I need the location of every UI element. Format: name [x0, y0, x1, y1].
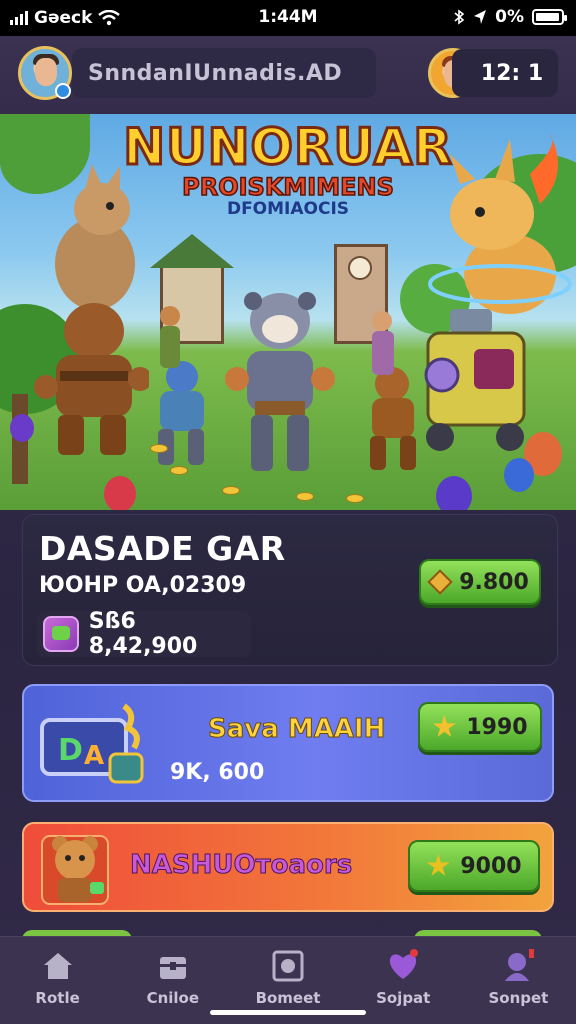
app-root: Gəeck 1:44M 0% SnndanIUnnadis.AD 12: 1 N…	[0, 0, 576, 1024]
scout-character	[160, 306, 180, 368]
star-icon	[426, 854, 450, 876]
gem-balance-value: Sß6 8,42,900	[88, 609, 198, 659]
gold-coin-icon	[170, 466, 188, 475]
pack-subtitle: ЮOHP OA,02309	[39, 573, 247, 598]
robot-vehicle	[424, 309, 526, 451]
chest-icon	[159, 957, 186, 979]
blue-fighter-character	[158, 361, 204, 465]
nav-item-home[interactable]: Rotle	[0, 937, 115, 1024]
battery-icon	[532, 9, 567, 25]
offer-1-title: Sava MAAIH	[207, 714, 386, 745]
offer-2-price: 9000	[460, 853, 522, 879]
featured-buy-button[interactable]: 9.800	[419, 559, 541, 605]
offer-1-price: 1990	[466, 714, 528, 740]
pack-title: DASADE GAR	[39, 529, 286, 568]
featured-price: 9.800	[459, 569, 529, 595]
offer-1-amount: 9K, 600	[170, 760, 265, 785]
bluetooth-icon	[454, 9, 465, 25]
nav-label-chest: Cniloe	[146, 989, 200, 1007]
profile-icon	[505, 949, 535, 981]
nav-label-profile: Sonpet	[488, 989, 549, 1007]
nav-label-home: Rotle	[35, 989, 80, 1007]
balloon-decoration	[10, 414, 34, 442]
status-bar: Gəeck 1:44M 0%	[0, 0, 576, 36]
balloon-decoration	[104, 476, 136, 510]
gold-coin-icon	[150, 444, 168, 453]
bear-warrior-character	[34, 303, 149, 455]
villager-character	[372, 311, 394, 375]
bear-mascot-icon	[41, 835, 109, 905]
box-icon	[272, 950, 304, 982]
svg-text:D: D	[58, 733, 83, 768]
balloon-decoration	[504, 458, 534, 492]
offer-2-title: NASHUOтoaors	[129, 850, 353, 881]
game-box-icon: D A	[40, 703, 144, 784]
svg-text:A: A	[84, 741, 104, 771]
user-avatar[interactable]	[18, 46, 72, 100]
beast-character-left	[55, 164, 135, 310]
gem-balance: Sß6 8,42,900	[37, 609, 251, 659]
robot-hero-character	[225, 292, 335, 471]
diamond-icon	[427, 569, 453, 595]
nav-label-heart: Sojpat	[376, 989, 431, 1007]
location-icon	[474, 10, 487, 24]
nav-label-box: Bomeet	[255, 989, 321, 1007]
gold-coin-icon	[346, 494, 364, 503]
gold-coin-icon	[296, 492, 314, 501]
star-icon	[432, 715, 456, 737]
currency-balance[interactable]: 12: 1	[452, 49, 558, 97]
verified-badge-icon	[55, 83, 71, 99]
offer-card-blue[interactable]: D A Sava MAAIH 9K, 600 1990	[22, 684, 554, 802]
heart-icon	[390, 949, 419, 979]
nav-item-profile[interactable]: Sonpet	[461, 937, 576, 1024]
top-header: SnndanIUnnadis.AD 12: 1	[0, 36, 576, 114]
battery-percent: 0%	[495, 7, 524, 27]
home-indicator[interactable]	[210, 1010, 366, 1015]
gem-chest-icon	[43, 616, 79, 652]
offer-1-buy-button[interactable]: 1990	[418, 702, 542, 752]
featured-pack-card[interactable]: DASADE GAR ЮOHP OA,02309 Sß6 8,42,900 9.…	[22, 514, 558, 666]
balloon-decoration	[436, 476, 472, 510]
gold-coin-icon	[222, 486, 240, 495]
offer-2-buy-button[interactable]: 9000	[408, 840, 540, 892]
offer-card-orange[interactable]: NASHUOтoaors 9000	[22, 822, 554, 912]
home-icon	[43, 953, 72, 979]
username-display[interactable]: SnndanIUnnadis.AD	[72, 48, 376, 98]
clock-face-icon	[348, 256, 372, 280]
hero-banner[interactable]: NUNORUAR PROISKMIMENS DFOMIAOCIS	[0, 114, 576, 510]
dragon-character	[428, 134, 572, 314]
